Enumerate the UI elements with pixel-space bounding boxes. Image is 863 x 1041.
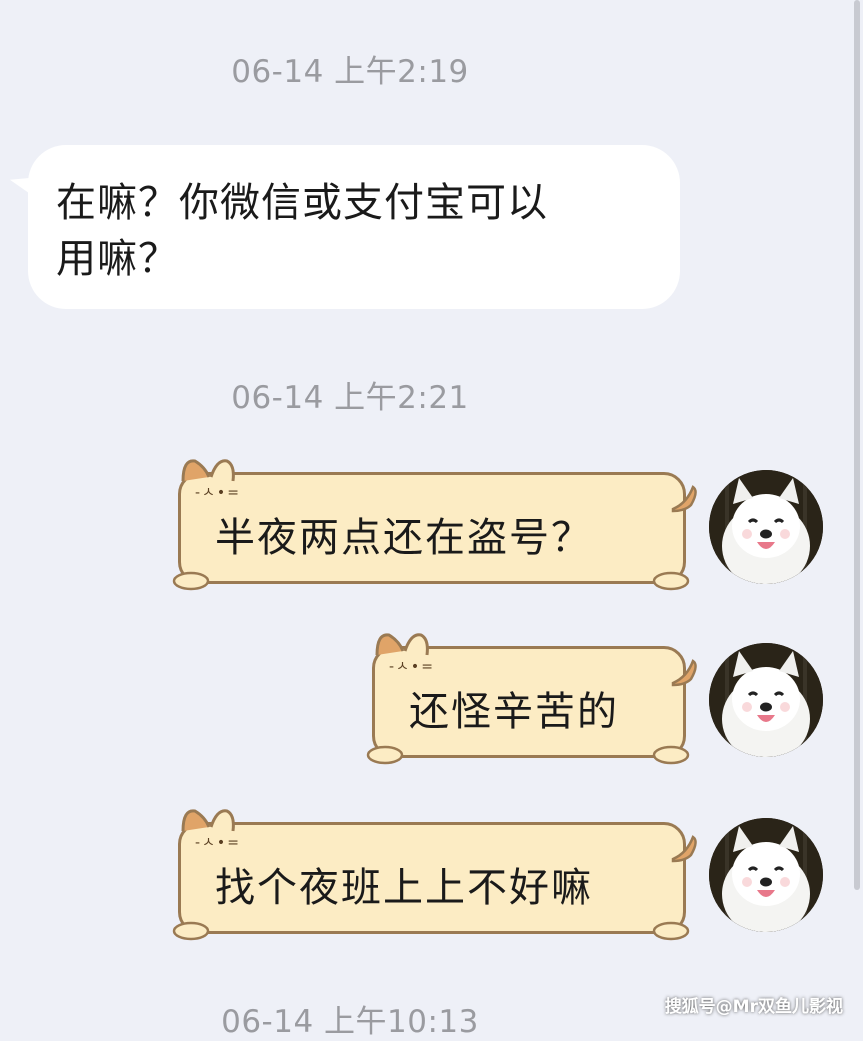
cat-tail-icon [671,485,697,513]
cat-paw-icon [172,921,210,941]
svg-text:-ㅅ•=: -ㅅ•= [195,485,241,501]
samoyed-dog-icon [709,643,823,757]
samoyed-dog-avatar[interactable] [709,643,823,757]
samoyed-dog-avatar[interactable] [709,818,823,932]
cat-paw-icon [652,921,690,941]
svg-text:-ㅅ•=: -ㅅ•= [195,835,241,851]
message-text-line: 用嘛？ [56,236,179,282]
outgoing-message-bubble[interactable]: -ㅅ•= 半夜两点还在盗号？ [172,459,697,591]
cat-paw-icon [172,571,210,591]
cat-tail-icon [671,659,697,687]
outgoing-message-bubble[interactable]: -ㅅ•= 还怪辛苦的 [366,633,697,765]
cat-paw-icon [366,745,404,765]
svg-text:-ㅅ•=: -ㅅ•= [389,659,435,675]
cat-ears-icon: -ㅅ•= [375,633,435,675]
cat-ears-icon: -ㅅ•= [181,459,241,501]
cat-paw-icon [652,745,690,765]
message-text-line: 在嘛？你微信或支付宝可以 [56,180,548,226]
incoming-message-bubble[interactable]: 在嘛？你微信或支付宝可以 用嘛？ [7,145,680,309]
cat-tail-icon [671,835,697,863]
scrollbar[interactable] [854,0,860,890]
message-text: 还怪辛苦的 [409,689,619,735]
message-text: 找个夜班上上不好嘛 [215,865,593,911]
samoyed-dog-icon [709,818,823,932]
watermark: 搜狐号@Mr双鱼儿影视 [664,997,843,1017]
message-text: 半夜两点还在盗号？ [215,515,593,561]
cat-ears-icon: -ㅅ•= [181,809,241,851]
timestamp: 06-14 上午10:13 [221,1004,479,1040]
samoyed-dog-icon [709,470,823,584]
timestamp: 06-14 上午2:19 [231,54,469,90]
bubble-tail [7,166,43,198]
outgoing-message-bubble[interactable]: -ㅅ•= 找个夜班上上不好嘛 [172,809,697,941]
cat-paw-icon [652,571,690,591]
timestamp: 06-14 上午2:21 [231,380,469,416]
samoyed-dog-avatar[interactable] [709,470,823,584]
